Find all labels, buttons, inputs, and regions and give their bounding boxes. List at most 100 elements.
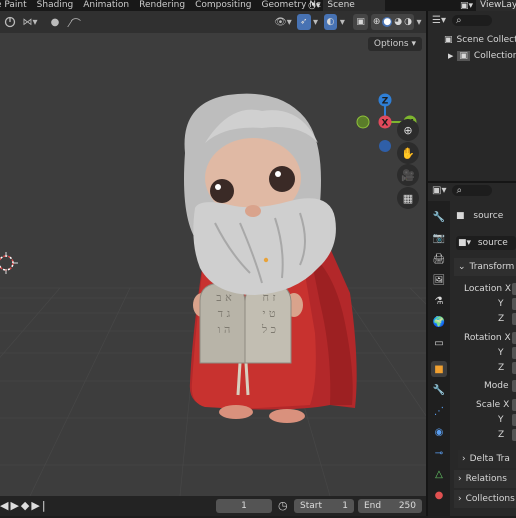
chevron-right-icon: ›: [458, 494, 462, 504]
properties-editor-icon[interactable]: ▣▾: [432, 185, 446, 196]
gizmo-z-label: Z: [382, 97, 389, 107]
rotation-z-field[interactable]: [512, 362, 516, 374]
falloff-icon[interactable]: ⁄⌒: [64, 14, 86, 30]
physics-tab-icon[interactable]: ◉: [431, 424, 447, 440]
tool-tab-icon[interactable]: 🔧: [431, 209, 447, 225]
render-tab-icon[interactable]: 📷: [431, 230, 447, 246]
properties-search-icon[interactable]: ⌕: [452, 185, 493, 196]
scene-tab-icon[interactable]: ⚗: [431, 293, 447, 309]
options-dropdown[interactable]: Options ▾: [367, 37, 422, 51]
snap-increment-icon[interactable]: ⋈▾: [18, 14, 42, 30]
start-label: Start: [300, 501, 322, 511]
viewport-header: ⋈▾ ● ⁄⌒ 👁▾ ➶ ▾ ◐ ▾ ▣ ⊕ ● ◕ ◑ ▾: [0, 11, 426, 33]
output-tab-icon[interactable]: 🖨: [431, 251, 447, 267]
overlay-toggle[interactable]: ◐: [323, 14, 338, 30]
visibility-icon[interactable]: 👁▾: [272, 14, 294, 30]
workspace-tabs-bar: e Paint Shading Animation Rendering Comp…: [0, 0, 516, 11]
rendered-shading-icon[interactable]: ◑: [404, 17, 412, 27]
rotation-mode-label: Mode: [484, 381, 509, 391]
playback-controls[interactable]: ◀▶◆▶|: [0, 499, 48, 512]
tab-rendering[interactable]: Rendering: [139, 0, 195, 11]
object-tab-icon[interactable]: ■: [431, 361, 447, 377]
solid-shading-icon[interactable]: ●: [382, 17, 393, 27]
scene-collection-label: Scene Collectio: [456, 35, 516, 45]
constraints-tab-icon[interactable]: ⊸: [431, 445, 447, 461]
outliner-collection[interactable]: ▶ ▣ Collection: [448, 49, 516, 63]
delta-transform-label: Delta Tra: [469, 454, 510, 464]
scene-name-field[interactable]: Scene: [323, 0, 385, 11]
relations-header[interactable]: › Relations: [454, 470, 516, 488]
object-name-row[interactable]: ■ source: [456, 209, 503, 223]
perspective-grid-icon[interactable]: ▦: [397, 187, 419, 209]
view-layer-selector[interactable]: ▣▾ ViewLaye: [460, 0, 516, 11]
overlay-dropdown-icon[interactable]: ▾: [337, 14, 347, 30]
pan-hand-icon[interactable]: ✋: [397, 142, 419, 164]
scale-z-field[interactable]: [512, 429, 516, 441]
location-y-field[interactable]: [512, 298, 516, 310]
moses-model: [184, 93, 357, 423]
camera-view-icon[interactable]: 🎥: [397, 164, 419, 186]
material-tab-icon[interactable]: ●: [431, 487, 447, 503]
object-square-icon: ■: [456, 211, 465, 221]
collections-label: Collections: [465, 494, 515, 504]
scene-selector[interactable]: ◔▾ Scene: [308, 0, 385, 11]
xray-toggle[interactable]: ▣: [353, 14, 368, 30]
properties-panel: ▣▾ ⌕ 🔧 📷 🖨 🖼 ⚗ 🌍 ▭ ■ 🔧 ⋰ ◉ ⊸ △ ● ■ sourc…: [426, 181, 516, 518]
zoom-icon[interactable]: ⊕: [397, 119, 419, 141]
location-z-label: Z: [498, 314, 505, 324]
transform-panel-header[interactable]: ⌄ Transform: [454, 258, 516, 276]
chevron-right-icon: ›: [462, 454, 466, 464]
scale-y-field[interactable]: [512, 414, 516, 426]
rotation-x-field[interactable]: [512, 332, 516, 344]
editor-type-icon[interactable]: ☰▾: [432, 15, 446, 26]
delta-transform-header[interactable]: › Delta Tra: [458, 450, 516, 468]
material-shading-icon[interactable]: ◕: [394, 17, 402, 27]
properties-header: ▣▾ ⌕: [432, 185, 493, 196]
tab-shading[interactable]: Shading: [37, 0, 84, 11]
shading-dropdown-icon[interactable]: ▾: [414, 14, 424, 30]
modifier-tab-icon[interactable]: 🔧: [431, 382, 447, 398]
mesh-data-field[interactable]: ■▾ source: [456, 236, 516, 250]
shading-modes: ⊕ ● ◕ ◑: [370, 14, 414, 30]
tablet-right-text: ז ח ט י כ ל: [261, 291, 277, 336]
clock-icon[interactable]: ◷: [278, 499, 288, 512]
3d-viewport[interactable]: א ב ג ד ה ו ז ח ט י כ ל Options ▾ Z Y X …: [0, 33, 426, 496]
snap-icon[interactable]: [2, 14, 18, 30]
xray-icon: ▣: [356, 17, 365, 27]
properties-tab-strip: 🔧 📷 🖨 🖼 ⚗ 🌍 ▭ ■ 🔧 ⋰ ◉ ⊸ △ ●: [428, 201, 450, 518]
location-x-field[interactable]: [512, 283, 516, 295]
proportional-edit-icon[interactable]: ●: [46, 14, 64, 30]
expand-arrow-icon[interactable]: ▶: [448, 52, 453, 60]
gizmo-dropdown-icon[interactable]: ▾: [311, 14, 321, 30]
scale-z-label: Z: [498, 430, 505, 440]
collection-icon: ▣: [444, 35, 453, 45]
end-frame-field[interactable]: End 250: [358, 499, 422, 513]
tab-compositing[interactable]: Compositing: [195, 0, 261, 11]
chevron-down-icon: ⌄: [458, 262, 466, 272]
rotation-mode-field[interactable]: [512, 380, 516, 392]
transform-label: Transform: [469, 262, 515, 272]
relations-label: Relations: [465, 474, 507, 484]
options-label: Options: [373, 39, 409, 49]
world-tab-icon[interactable]: 🌍: [431, 314, 447, 330]
location-z-field[interactable]: [512, 313, 516, 325]
outliner-scene-collection[interactable]: ▣ Scene Collectio: [444, 33, 516, 47]
current-frame-field[interactable]: 1: [216, 499, 272, 513]
particles-tab-icon[interactable]: ⋰: [431, 403, 447, 419]
scale-x-field[interactable]: [512, 399, 516, 411]
gizmo-toggle[interactable]: ➶: [296, 14, 311, 30]
start-frame-field[interactable]: Start 1: [294, 499, 354, 513]
collections-header[interactable]: › Collections: [454, 490, 516, 508]
rotation-y-label: Y: [498, 348, 504, 358]
view-layer-tab-icon[interactable]: 🖼: [431, 272, 447, 288]
rotation-y-field[interactable]: [512, 347, 516, 359]
tab-texture-paint[interactable]: e Paint: [0, 0, 37, 11]
collection-tab-icon[interactable]: ▭: [431, 335, 447, 351]
view-layer-field[interactable]: ViewLaye: [476, 0, 516, 11]
start-value: 1: [342, 501, 348, 511]
data-tab-icon[interactable]: △: [431, 466, 447, 482]
outliner-search-icon[interactable]: ⌕: [451, 15, 492, 26]
tab-animation[interactable]: Animation: [83, 0, 139, 11]
wireframe-shading-icon[interactable]: ⊕: [373, 17, 381, 27]
end-value: 250: [398, 501, 416, 511]
